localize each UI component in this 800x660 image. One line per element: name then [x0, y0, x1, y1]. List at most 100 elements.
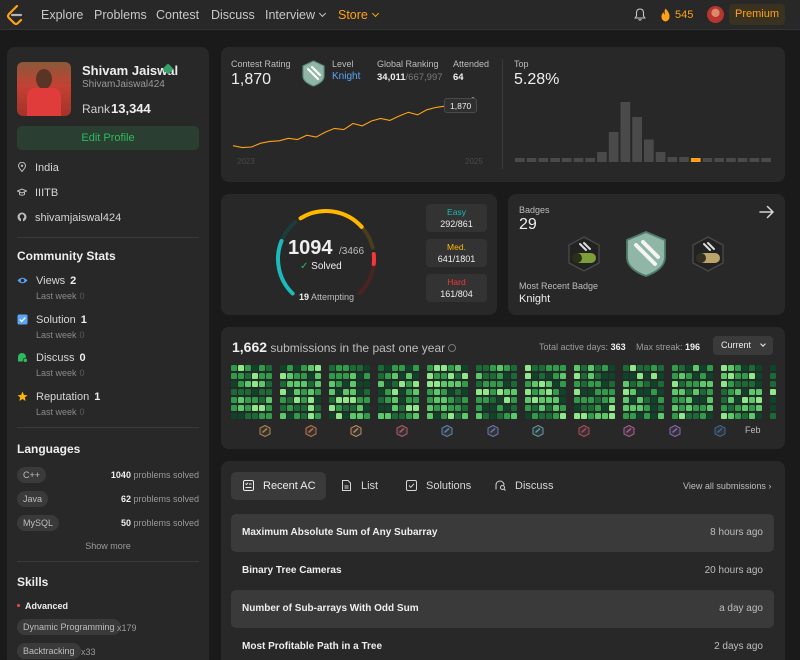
heatmap-cell — [364, 389, 370, 395]
nav-explore[interactable]: Explore — [41, 8, 83, 22]
heatmap-cell — [707, 373, 713, 379]
divider — [17, 561, 199, 562]
tab-discuss[interactable]: Discuss — [483, 472, 563, 500]
tab-solutions[interactable]: Solutions — [394, 472, 474, 500]
nav-interview[interactable]: Interview — [265, 8, 327, 22]
badge-annual-icon[interactable] — [567, 236, 601, 272]
heatmap-cell — [350, 381, 356, 387]
avatar[interactable] — [707, 6, 724, 23]
histogram-bar — [608, 132, 619, 162]
heatmap-cell — [343, 365, 349, 371]
skill-chip-backtracking[interactable]: Backtracking — [17, 643, 81, 659]
heatmap-cell — [700, 381, 706, 387]
rating-tooltip: 1,870 — [444, 98, 478, 113]
heatmap-cell — [742, 373, 748, 379]
heatmap-cell — [413, 389, 419, 395]
heatmap-cell — [679, 365, 685, 371]
heatmap-cell — [728, 365, 734, 371]
monthly-badge-icon[interactable] — [350, 425, 362, 437]
heatmap-cell — [756, 397, 762, 403]
fire-icon[interactable] — [660, 8, 671, 22]
heatmap-cell — [357, 373, 363, 379]
heatmap-cell — [378, 405, 384, 411]
show-more-link[interactable]: Show more — [7, 541, 209, 551]
premium-button[interactable]: Premium — [729, 4, 785, 25]
submission-row[interactable]: Maximum Absolute Sum of Any Subarray 8 h… — [231, 514, 774, 552]
heatmap-cell — [672, 365, 678, 371]
monthly-badge-icon[interactable] — [714, 425, 726, 437]
location-row: India — [17, 162, 59, 174]
heatmap-cell — [434, 373, 440, 379]
heatmap-cell — [329, 413, 335, 419]
heatmap-cell — [721, 381, 727, 387]
heatmap-cell — [686, 389, 692, 395]
easy-box[interactable]: Easy 292/861 — [426, 204, 487, 232]
document-icon — [342, 480, 351, 491]
heatmap-cell — [462, 373, 468, 379]
heatmap-cell — [455, 413, 461, 419]
nav-problems[interactable]: Problems — [94, 8, 147, 22]
medium-box[interactable]: Med. 641/1801 — [426, 239, 487, 267]
monthly-badge-icon[interactable] — [578, 425, 590, 437]
github-row[interactable]: shivamjaiswal424 — [17, 212, 121, 224]
submission-heatmap[interactable] — [231, 365, 777, 423]
badges-count: 29 — [519, 216, 537, 233]
heatmap-cell — [476, 389, 482, 395]
graduation-cap-icon — [17, 188, 27, 196]
heatmap-cell — [294, 373, 300, 379]
github-link[interactable]: shivamjaiswal424 — [35, 212, 121, 224]
monthly-badge-icon[interactable] — [259, 425, 271, 437]
heatmap-cell — [294, 405, 300, 411]
most-recent-badge-label: Most Recent Badge — [519, 281, 599, 291]
solved-label-text: Solved — [311, 261, 342, 272]
submission-row[interactable]: Number of Sub-arrays With Odd Sum a day … — [231, 590, 774, 628]
nav-discuss[interactable]: Discuss — [211, 8, 255, 22]
heatmap-cell — [700, 389, 706, 395]
rating-distribution-histogram[interactable] — [515, 102, 775, 170]
language-count-java-suffix: problems solved — [133, 494, 199, 504]
heatmap-cell — [637, 365, 643, 371]
histogram-bar — [585, 158, 596, 162]
chevron-down-icon — [318, 9, 327, 18]
heatmap-cell — [490, 373, 496, 379]
heatmap-cell — [644, 397, 650, 403]
profile-sidebar: Shivam Jaiswal ShivamJaiswal424 Rank 13,… — [7, 47, 209, 660]
monthly-badge-icon[interactable] — [396, 425, 408, 437]
heatmap-cell — [252, 413, 258, 419]
stat-views-delta: 0 — [79, 291, 85, 301]
badge-knight-icon[interactable] — [624, 231, 668, 277]
bell-icon[interactable] — [634, 8, 646, 21]
heatmap-cell — [749, 413, 755, 419]
monthly-badge-icon[interactable] — [532, 425, 544, 437]
year-filter-dropdown[interactable]: Current — [713, 336, 773, 355]
heatmap-cell — [392, 381, 398, 387]
monthly-badge-icon[interactable] — [305, 425, 317, 437]
stat-reputation-sub: Last week 0 — [36, 407, 85, 417]
nav-store[interactable]: Store — [338, 8, 379, 22]
edit-profile-button[interactable]: Edit Profile — [17, 126, 199, 150]
monthly-badge-icon[interactable] — [487, 425, 499, 437]
monthly-badge-icon[interactable] — [441, 425, 453, 437]
heatmap-cell — [686, 397, 692, 403]
submission-row[interactable]: Most Profitable Path in a Tree 2 days ag… — [231, 628, 774, 660]
tab-list[interactable]: List — [329, 472, 389, 500]
heatmap-cell — [651, 413, 657, 419]
heatmap-cell — [525, 373, 531, 379]
info-icon[interactable] — [448, 344, 457, 352]
divider — [17, 427, 199, 428]
nav-contest[interactable]: Contest — [156, 8, 199, 22]
heatmap-cell — [315, 381, 321, 387]
submission-row[interactable]: Binary Tree Cameras 20 hours ago — [231, 552, 774, 590]
skill-chip-dp[interactable]: Dynamic Programming — [17, 619, 121, 635]
tab-recent-ac[interactable]: Recent AC — [231, 472, 326, 500]
hard-box[interactable]: Hard 161/804 — [426, 274, 487, 302]
monthly-badge-icon[interactable] — [669, 425, 681, 437]
most-recent-badge-value: Knight — [519, 293, 551, 305]
monthly-badge-icon[interactable] — [623, 425, 635, 437]
global-ranking-value: 34,011/667,997 — [377, 72, 443, 83]
view-all-submissions-link[interactable]: View all submissions › — [683, 481, 771, 491]
stat-discuss-label: Discuss — [36, 352, 75, 364]
arrow-right-icon[interactable] — [759, 205, 775, 219]
badge-challenge-icon[interactable] — [691, 236, 725, 272]
leetcode-logo-icon[interactable] — [6, 5, 24, 25]
